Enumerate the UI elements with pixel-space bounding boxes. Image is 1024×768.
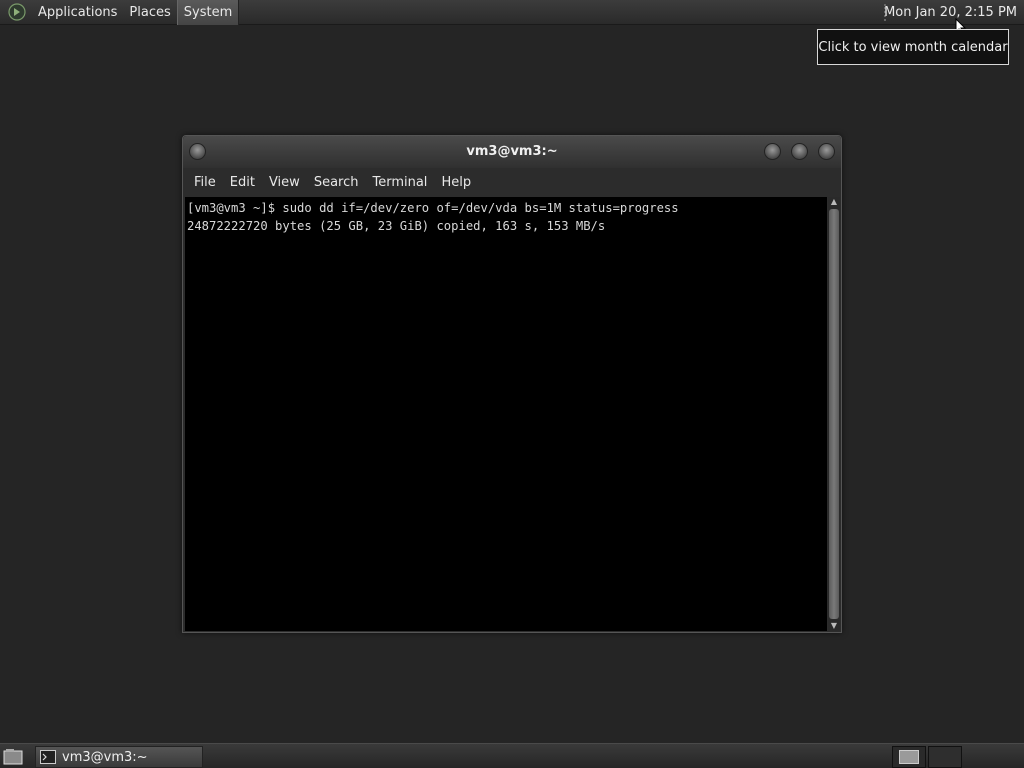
menu-search[interactable]: Search bbox=[307, 175, 366, 190]
task-label: vm3@vm3:~ bbox=[62, 749, 148, 765]
show-desktop-icon[interactable] bbox=[3, 748, 23, 765]
terminal-icon bbox=[40, 750, 56, 764]
minimize-icon[interactable] bbox=[764, 143, 781, 160]
window-titlebar[interactable]: vm3@vm3:~ bbox=[183, 136, 841, 168]
system-menu[interactable]: System bbox=[176, 0, 240, 25]
maximize-icon[interactable] bbox=[791, 143, 808, 160]
close-icon[interactable] bbox=[818, 143, 835, 160]
menu-terminal[interactable]: Terminal bbox=[365, 175, 434, 190]
workspace-2[interactable] bbox=[928, 746, 962, 768]
workspace-window-thumb bbox=[899, 750, 919, 764]
window-title: vm3@vm3:~ bbox=[466, 144, 558, 159]
terminal-line: [vm3@vm3 ~]$ sudo dd if=/dev/zero of=/de… bbox=[187, 201, 679, 215]
menubar: File Edit View Search Terminal Help bbox=[183, 168, 841, 196]
clock[interactable]: Mon Jan 20, 2:15 PM bbox=[881, 0, 1020, 25]
scroll-up-icon[interactable]: ▲ bbox=[828, 197, 840, 207]
terminal-window: vm3@vm3:~ File Edit View Search Terminal… bbox=[182, 135, 842, 633]
menu-help[interactable]: Help bbox=[434, 175, 478, 190]
applications-menu[interactable]: Applications bbox=[32, 0, 123, 25]
menu-view[interactable]: View bbox=[262, 175, 307, 190]
calendar-tooltip: Click to view month calendar bbox=[817, 29, 1009, 65]
workspace-1[interactable] bbox=[892, 746, 926, 768]
terminal-scrollbar[interactable]: ▲ ▼ bbox=[828, 197, 840, 631]
menu-logo-icon[interactable] bbox=[6, 1, 28, 23]
taskbar-terminal-button[interactable]: vm3@vm3:~ bbox=[35, 746, 203, 768]
top-panel: Applications Places System Mon Jan 20, 2… bbox=[0, 0, 1024, 25]
menu-edit[interactable]: Edit bbox=[223, 175, 262, 190]
terminal-line: 24872222720 bytes (25 GB, 23 GiB) copied… bbox=[187, 219, 606, 233]
scroll-thumb[interactable] bbox=[829, 209, 839, 619]
tooltip-text: Click to view month calendar bbox=[818, 39, 1008, 55]
scroll-down-icon[interactable]: ▼ bbox=[828, 621, 840, 631]
places-menu[interactable]: Places bbox=[123, 0, 176, 25]
terminal-output[interactable]: [vm3@vm3 ~]$ sudo dd if=/dev/zero of=/de… bbox=[185, 197, 827, 631]
bottom-panel: vm3@vm3:~ bbox=[0, 743, 1024, 768]
menu-file[interactable]: File bbox=[187, 175, 223, 190]
